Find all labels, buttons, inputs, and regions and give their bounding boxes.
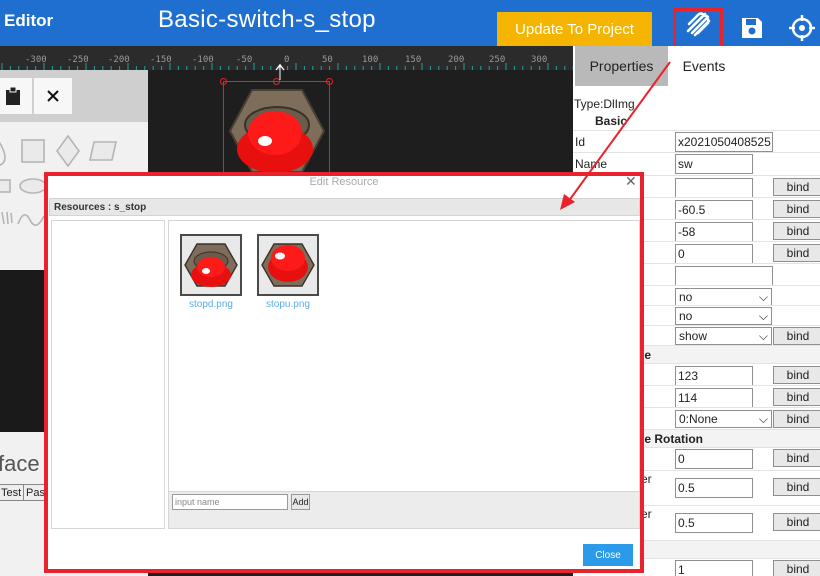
id-field[interactable]: x2021050408525 — [675, 132, 773, 152]
save-icon[interactable] — [734, 10, 770, 46]
stop-up-image — [261, 243, 315, 287]
prop-field[interactable]: 1 — [675, 560, 753, 576]
document-title: Basic-switch-s_stop — [158, 6, 376, 33]
center-x-field[interactable]: 0.5 — [675, 478, 753, 498]
prop-row-name — [573, 152, 820, 153]
update-to-project-button[interactable]: Update To Project — [497, 12, 652, 46]
type-text: Type:DlImg — [574, 97, 635, 111]
ruler-label: -300 — [25, 55, 47, 65]
ruler-label: 200 — [448, 55, 465, 65]
select-value: 0:None — [679, 412, 718, 426]
bind-button[interactable]: bind — [773, 388, 820, 406]
prop-label-name: Name — [575, 157, 608, 171]
ruler-label: 250 — [489, 55, 506, 65]
ruler-label: -250 — [67, 55, 89, 65]
horizontal-ruler: -300 -250 -200 -150 -100 -50 0 50 100 15… — [0, 46, 576, 70]
width-field[interactable]: 123 — [675, 366, 753, 386]
resources-bar: Resources : s_stop — [49, 198, 640, 216]
clipboard-icon[interactable] — [0, 78, 32, 114]
ruler-label: -200 — [108, 55, 130, 65]
center-y-field[interactable]: 0.5 — [675, 513, 753, 533]
tab-events[interactable]: Events — [668, 46, 740, 86]
ruler-label: 150 — [405, 55, 422, 65]
file-name[interactable]: stopd.png — [176, 299, 246, 310]
select-visibility[interactable]: show ⌵ — [675, 327, 772, 345]
prop-field[interactable] — [675, 266, 773, 286]
prop-row-id — [573, 130, 820, 131]
ruler-label: -50 — [236, 55, 253, 65]
dialog-title: Edit Resource — [309, 176, 379, 188]
name-field[interactable]: sw — [675, 154, 753, 174]
rotate-handle-icon[interactable] — [273, 62, 287, 82]
crosshair-icon[interactable] — [784, 10, 820, 46]
bind-button[interactable]: bind — [773, 244, 820, 262]
bind-button[interactable]: bind — [773, 478, 820, 496]
resize-handle[interactable] — [220, 78, 227, 85]
section-rotation: le Rotation — [641, 432, 703, 446]
file-name[interactable]: stopu.png — [253, 299, 323, 310]
resource-tree[interactable] — [51, 220, 165, 529]
add-resource-bar: input name Add — [169, 491, 639, 528]
ruler-label: 300 — [531, 55, 548, 65]
toolbox-header — [0, 70, 148, 122]
prop-label-id: Id — [575, 135, 586, 149]
chevron-down-icon: ⌵ — [758, 328, 768, 343]
bind-button[interactable]: bind — [773, 327, 820, 345]
bind-button[interactable]: bind — [773, 560, 820, 576]
y-field[interactable]: -58 — [675, 222, 753, 242]
top-bar: Editor Basic-switch-s_stop Update To Pro… — [0, 0, 820, 50]
add-button[interactable]: Add — [291, 494, 310, 510]
close-icon[interactable] — [34, 78, 72, 114]
ruler-label: 50 — [322, 55, 333, 65]
select-1[interactable]: no ⌵ — [675, 288, 772, 306]
tab-properties[interactable]: Properties — [575, 46, 668, 86]
select-value: no — [679, 290, 693, 304]
height-field[interactable]: 114 — [675, 388, 753, 408]
resource-name-input[interactable]: input name — [172, 494, 288, 510]
edit-resource-dialog: Edit Resource ✕ Resources : s_stop stopd… — [44, 172, 644, 573]
ruler-label: 100 — [362, 55, 379, 65]
section-basic: Basic — [595, 114, 628, 128]
chevron-down-icon: ⌵ — [758, 308, 768, 323]
stop-down-image — [184, 243, 238, 287]
chevron-down-icon: ⌵ — [758, 289, 768, 304]
select-value: no — [679, 309, 693, 323]
bind-button[interactable]: bind — [773, 449, 820, 467]
bind-button[interactable]: bind — [773, 200, 820, 218]
select-value: show — [679, 329, 708, 343]
file-thumbnail[interactable] — [180, 234, 242, 296]
close-icon[interactable]: ✕ — [625, 173, 637, 190]
rotation-angle-field[interactable]: 0 — [675, 449, 753, 469]
file-list: stopd.png stopu.png input name Add — [168, 220, 640, 529]
bind-button[interactable]: bind — [773, 366, 820, 384]
ruler-label: -100 — [192, 55, 214, 65]
bind-button[interactable]: bind — [773, 410, 820, 428]
selection-box[interactable] — [220, 78, 333, 181]
select-mode[interactable]: 0:None ⌵ — [675, 410, 772, 428]
chevron-down-icon: ⌵ — [758, 411, 768, 426]
link-icon[interactable] — [680, 6, 716, 42]
bind-button[interactable]: bind — [773, 513, 820, 531]
file-thumbnail[interactable] — [257, 234, 319, 296]
rotation-field[interactable]: 0 — [675, 244, 753, 264]
x-field[interactable]: -60.5 — [675, 200, 753, 220]
prop-field[interactable] — [675, 178, 753, 198]
app-title: Editor — [4, 11, 54, 30]
interface-label: face — [0, 451, 40, 476]
select-2[interactable]: no ⌵ — [675, 307, 772, 325]
bind-button[interactable]: bind — [773, 178, 820, 196]
test-button[interactable]: Test — [0, 484, 25, 501]
ruler-label: -150 — [150, 55, 172, 65]
bind-button[interactable]: bind — [773, 222, 820, 240]
close-button[interactable]: Close — [583, 544, 633, 566]
resize-handle[interactable] — [326, 78, 333, 85]
